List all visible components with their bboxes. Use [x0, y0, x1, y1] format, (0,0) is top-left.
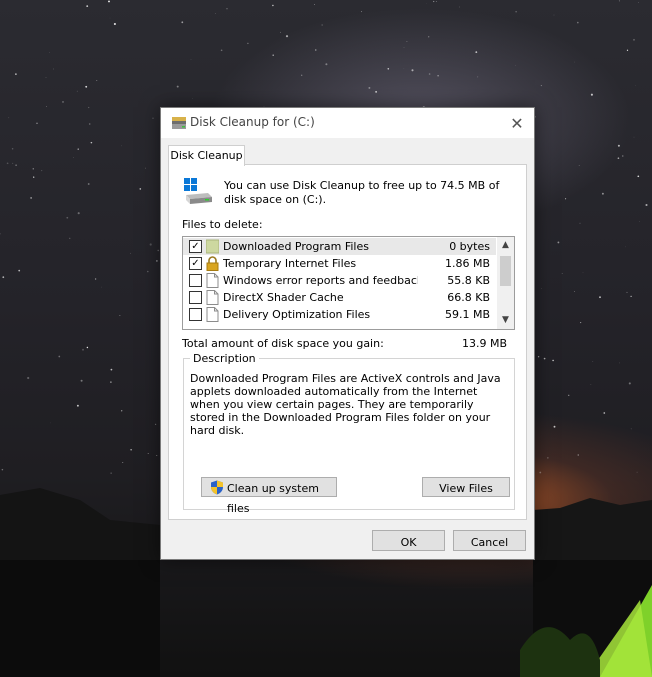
file-name: Downloaded Program Files	[223, 240, 369, 253]
disk-cleanup-dialog: Disk Cleanup for (C:) ✕ Disk Cleanup You…	[160, 107, 535, 560]
tab-label: Disk Cleanup	[170, 149, 243, 162]
checkbox[interactable]	[189, 308, 202, 321]
folder-icon	[206, 239, 219, 254]
list-item[interactable]: DirectX Shader Cache 66.8 KB	[183, 289, 496, 306]
file-name: Temporary Internet Files	[223, 257, 357, 270]
close-icon: ✕	[510, 113, 524, 133]
file-size: 1.86 MB	[444, 257, 490, 270]
file-icon	[206, 307, 219, 322]
scroll-thumb[interactable]	[500, 256, 511, 286]
title-bar[interactable]: Disk Cleanup for (C:) ✕	[161, 108, 534, 138]
close-button[interactable]: ✕	[500, 108, 534, 138]
file-name: DirectX Shader Cache	[223, 291, 344, 304]
list-item[interactable]: ✓ Temporary Internet Files 1.86 MB	[183, 255, 496, 272]
window-title: Disk Cleanup for (C:)	[190, 115, 315, 129]
checkbox[interactable]	[189, 291, 202, 304]
disk-cleanup-icon	[172, 117, 186, 129]
description-legend: Description	[190, 352, 259, 365]
checkbox[interactable]: ✓	[189, 240, 202, 253]
files-to-delete-list[interactable]: ✓ Downloaded Program Files 0 bytes ✓ Tem…	[182, 236, 515, 330]
view-files-button[interactable]: View Files	[422, 477, 510, 497]
clean-up-system-files-label: Clean up system files	[227, 482, 319, 515]
file-size: 0 bytes	[449, 240, 490, 253]
uac-shield-icon	[211, 480, 223, 495]
list-item[interactable]: ✓ Downloaded Program Files 0 bytes	[183, 238, 496, 255]
file-name: Delivery Optimization Files	[223, 308, 371, 321]
tab-disk-cleanup[interactable]: Disk Cleanup	[168, 145, 245, 166]
total-space-value: 13.9 MB	[461, 337, 507, 350]
list-scrollbar[interactable]: ▲ ▼	[497, 237, 514, 329]
checkbox[interactable]: ✓	[189, 257, 202, 270]
scroll-up-icon[interactable]: ▲	[497, 237, 514, 254]
windows-drive-icon	[184, 178, 212, 204]
description-text: Downloaded Program Files are ActiveX con…	[190, 372, 501, 437]
clean-up-system-files-button[interactable]: Clean up system files	[201, 477, 337, 515]
cancel-button[interactable]: Cancel	[453, 530, 526, 551]
file-size: 55.8 KB	[447, 274, 490, 287]
total-space-label: Total amount of disk space you gain:	[182, 337, 384, 350]
ok-button[interactable]: OK	[372, 530, 445, 551]
list-item[interactable]: Windows error reports and feedback di...…	[183, 272, 496, 289]
file-icon	[206, 290, 219, 305]
list-item[interactable]: Delivery Optimization Files 59.1 MB	[183, 306, 496, 323]
scroll-down-icon[interactable]: ▼	[497, 312, 514, 329]
description-group: Description Downloaded Program Files are…	[183, 352, 515, 515]
checkbox[interactable]	[189, 274, 202, 287]
tab-panel: You can use Disk Cleanup to free up to 7…	[168, 164, 527, 520]
files-to-delete-label: Files to delete:	[182, 218, 263, 231]
file-size: 59.1 MB	[444, 308, 490, 321]
file-name: Windows error reports and feedback di...	[223, 274, 418, 287]
file-size: 66.8 KB	[447, 291, 490, 304]
file-icon	[206, 273, 219, 288]
lock-icon	[206, 256, 219, 271]
intro-text: You can use Disk Cleanup to free up to 7…	[224, 179, 500, 206]
